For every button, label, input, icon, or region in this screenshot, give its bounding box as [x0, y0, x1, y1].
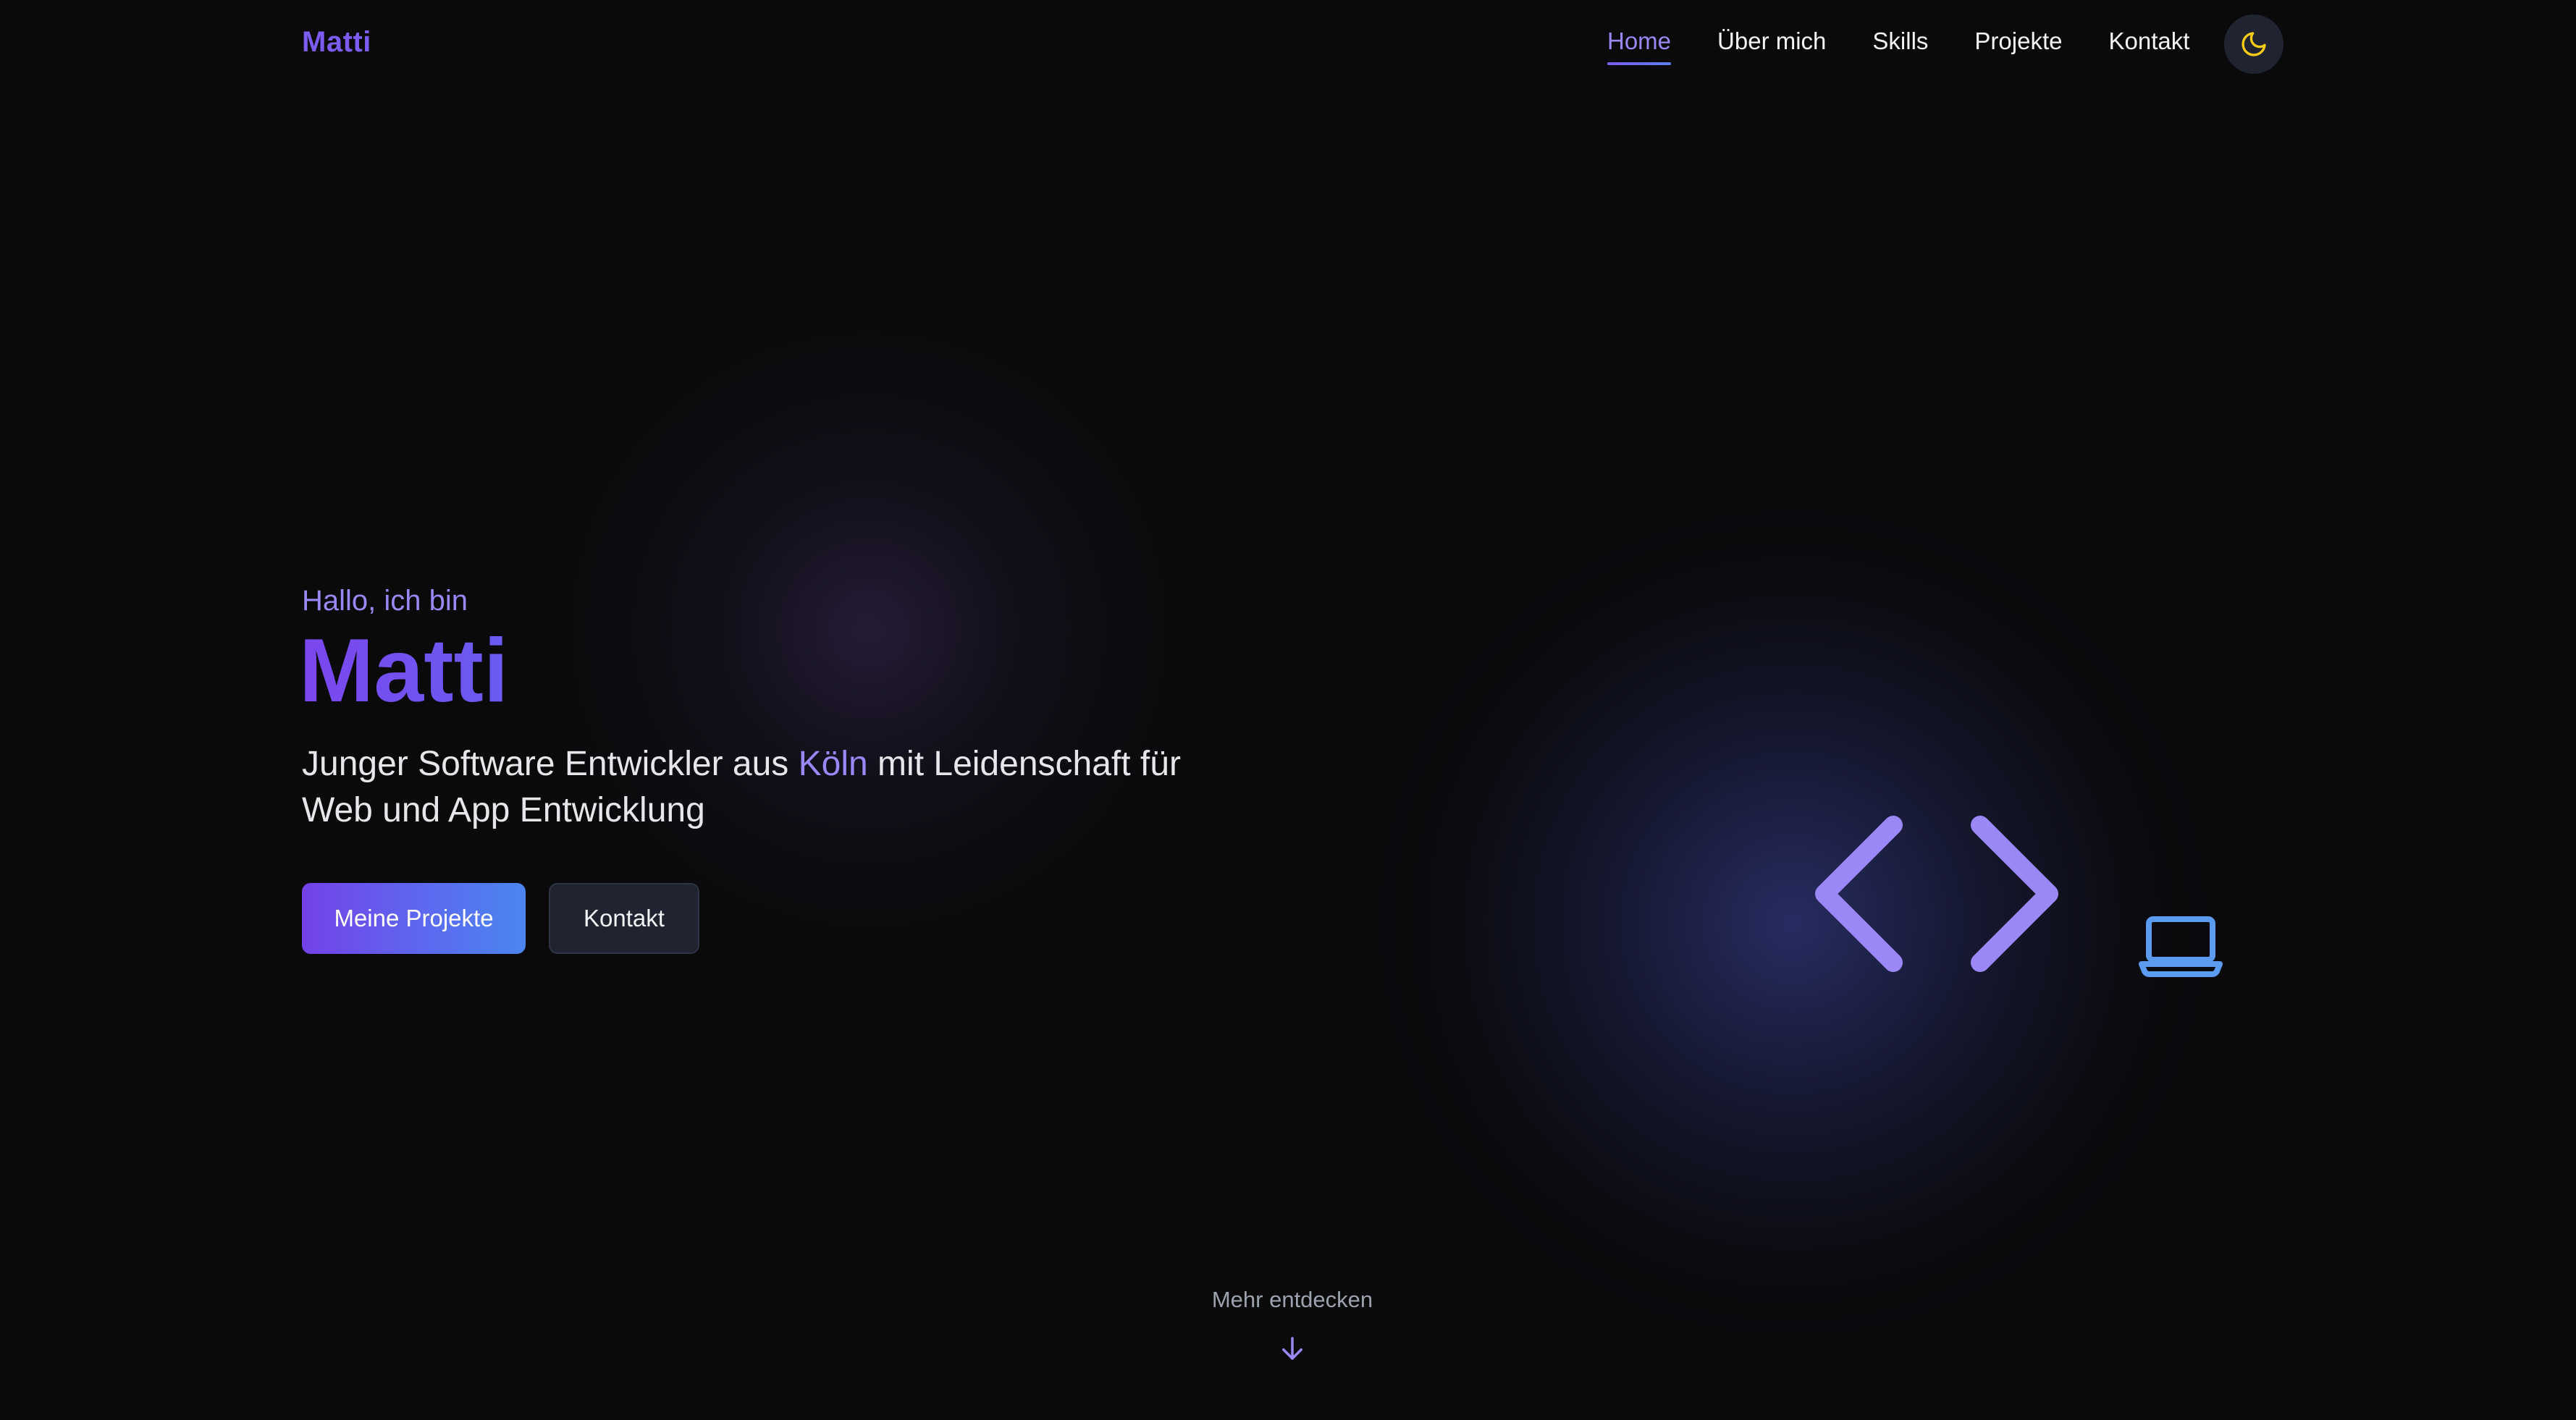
- top-navigation: Matti Home Über mich Skills Projekte Kon…: [0, 0, 2576, 87]
- arrow-down-icon[interactable]: [1277, 1333, 1308, 1364]
- laptop-icon: [2139, 916, 2223, 977]
- nav-link-home[interactable]: Home: [1607, 28, 1672, 65]
- tagline-highlight-city: Köln: [798, 745, 868, 783]
- nav-links: Home Über mich Skills Projekte Kontakt: [1607, 28, 2189, 65]
- hero-name: Matti: [299, 621, 509, 721]
- nav-link-contact[interactable]: Kontakt: [2108, 28, 2189, 55]
- hero-greeting: Hallo, ich bin: [302, 585, 468, 617]
- discover-more-label[interactable]: Mehr entdecken: [1209, 1287, 1376, 1313]
- background-glow-blue: [1231, 398, 2353, 1420]
- my-projects-button[interactable]: Meine Projekte: [302, 883, 526, 954]
- hero-tagline: Junger Software Entwickler aus Köln mit …: [302, 741, 1243, 834]
- code-brackets-icon: [1815, 816, 2058, 972]
- nav-link-projects[interactable]: Projekte: [1974, 28, 2062, 55]
- nav-link-about[interactable]: Über mich: [1717, 28, 1826, 55]
- moon-icon: [2242, 32, 2266, 56]
- site-logo[interactable]: Matti: [302, 26, 371, 59]
- portfolio-page: Matti Home Über mich Skills Projekte Kon…: [0, 0, 2576, 1420]
- theme-toggle-button[interactable]: [2224, 14, 2284, 74]
- nav-link-skills[interactable]: Skills: [1872, 28, 1928, 55]
- tagline-part-1: Junger Software Entwickler aus: [302, 745, 799, 783]
- contact-button[interactable]: Kontakt: [549, 883, 699, 954]
